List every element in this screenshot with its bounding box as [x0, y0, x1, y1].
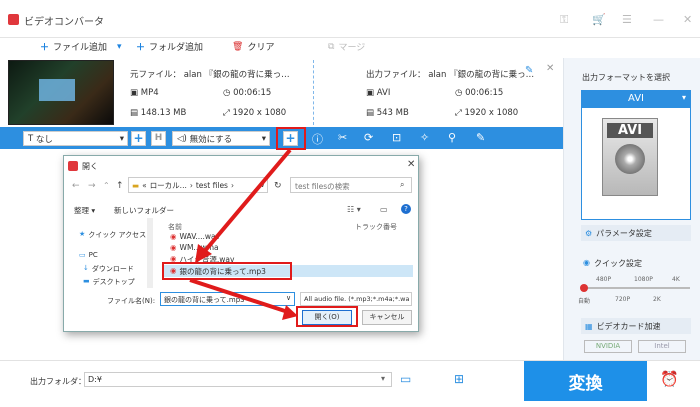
output-folder-label: 出力フォルダ：: [30, 377, 86, 386]
convert-button[interactable]: 変換: [524, 361, 647, 401]
folder-open-icon[interactable]: ▭: [400, 372, 411, 386]
output-folder-input[interactable]: D:¥: [84, 372, 392, 387]
instruction-arrows: [189, 148, 298, 320]
alarm-clock-icon[interactable]: ⏰: [660, 370, 679, 388]
output-folder-icon[interactable]: ⊞: [454, 372, 464, 386]
chevron-down-icon[interactable]: ▾: [381, 374, 385, 383]
